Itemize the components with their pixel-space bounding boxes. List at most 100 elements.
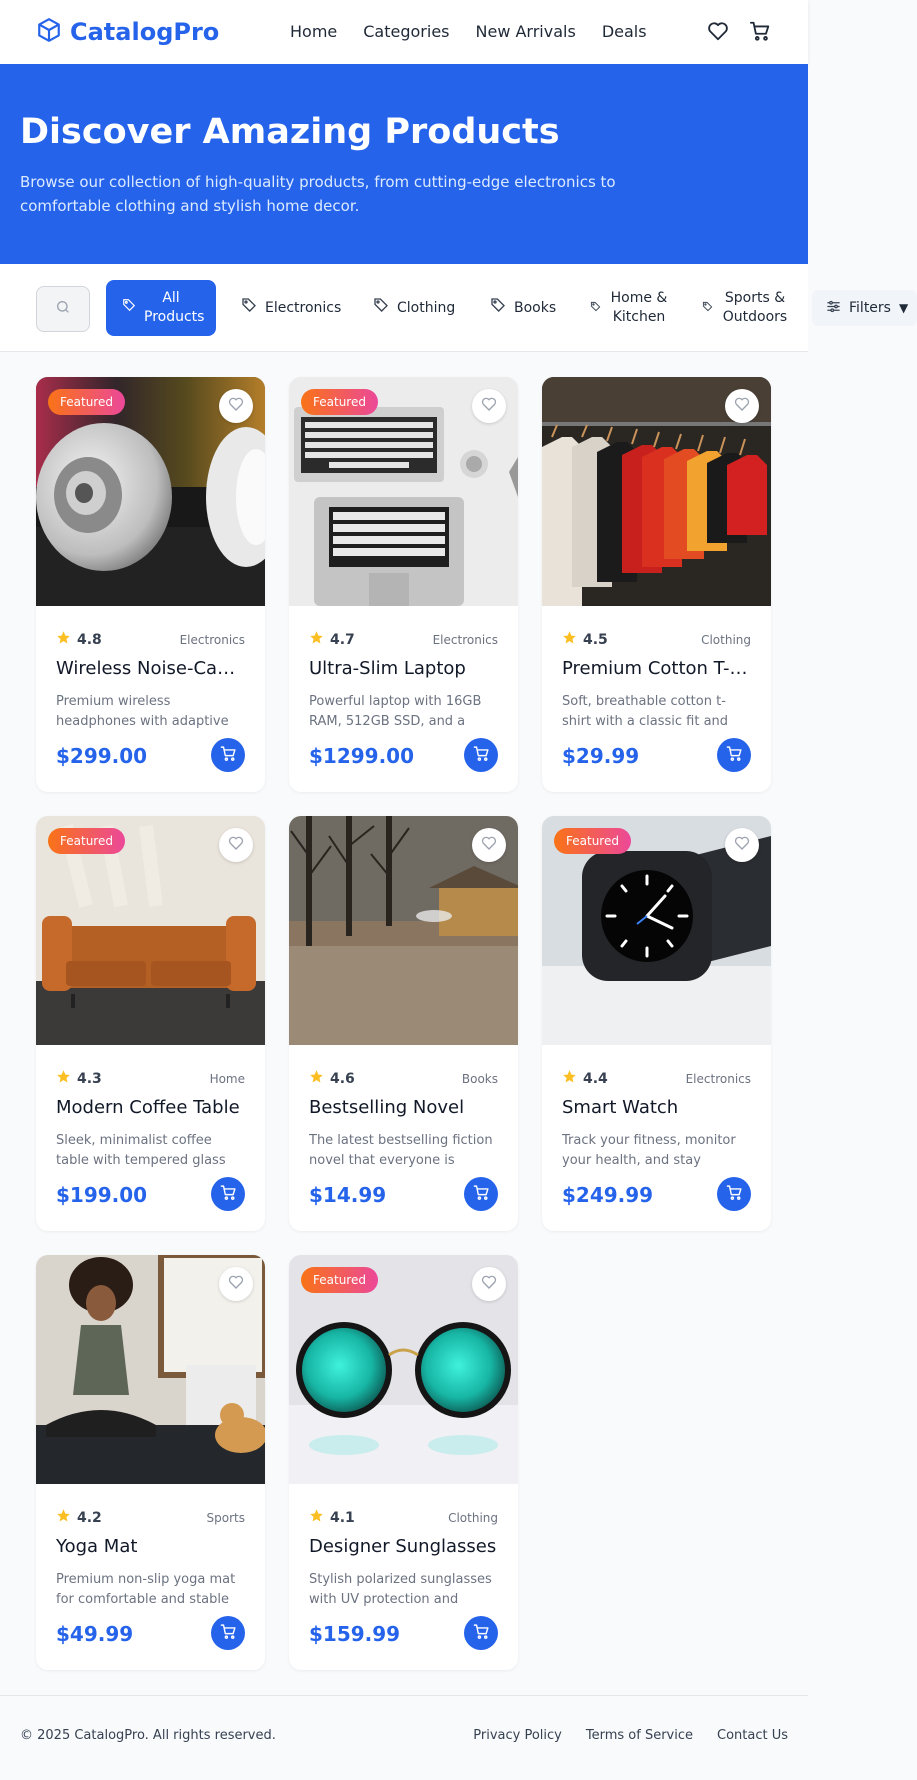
category-chip-home-kitchen[interactable]: Home & Kitchen [590,280,669,336]
product-category: Electronics [432,632,498,647]
product-rating: 4.5 [562,630,608,649]
product-category: Clothing [701,632,751,647]
rating-value: 4.6 [330,1070,355,1087]
cart-icon [726,1184,743,1205]
product-card[interactable]: Featured 4.1 Clothing Designer Sunglasse… [289,1255,518,1670]
product-price: $159.99 [309,1622,401,1646]
filters-button[interactable]: Filters ▼ [812,290,917,326]
add-to-cart-button[interactable] [464,738,498,772]
add-to-cart-button[interactable] [717,738,751,772]
product-card[interactable]: 4.5 Clothing Premium Cotton T-Shirt Soft… [542,377,771,792]
category-chip-label: Clothing [397,299,456,316]
category-chip-label: All Products [144,290,205,325]
product-name[interactable]: Designer Sunglasses [309,1536,498,1557]
wishlist-heart-icon[interactable] [707,20,729,46]
cart-icon [473,745,490,766]
favorite-button[interactable] [219,828,253,862]
product-rating: 4.8 [56,630,102,649]
product-rating: 4.4 [562,1069,608,1088]
footer-link-terms[interactable]: Terms of Service [586,1728,693,1743]
cart-icon [220,1623,237,1644]
star-icon [56,1508,71,1527]
product-name[interactable]: Bestselling Novel [309,1097,498,1118]
product-rating: 4.7 [309,630,355,649]
product-category: Home [209,1071,245,1086]
product-name[interactable]: Premium Cotton T-Shirt [562,658,751,679]
product-rating: 4.3 [56,1069,102,1088]
product-name[interactable]: Yoga Mat [56,1536,245,1557]
product-card[interactable]: Featured 4.3 Home Modern Coffee Table Sl… [36,816,265,1231]
product-description: Powerful laptop with 16GB RAM, 512GB SSD… [309,694,482,729]
product-card[interactable]: Featured 4.4 Electronics Smart Watch Tra… [542,816,771,1231]
nav-new-arrivals[interactable]: New Arrivals [476,22,576,41]
footer-link-contact[interactable]: Contact Us [717,1728,788,1743]
star-icon [56,1069,71,1088]
tag-icon [373,297,389,319]
star-icon [309,630,324,649]
hero-banner: Discover Amazing Products Browse our col… [0,64,808,264]
rating-value: 4.1 [330,1509,355,1526]
logo[interactable]: CatalogPro [36,17,219,47]
rating-value: 4.8 [77,631,102,648]
add-to-cart-button[interactable] [211,738,245,772]
site-footer: © 2025 CatalogPro. All rights reserved. … [0,1695,808,1780]
favorite-button[interactable] [219,389,253,423]
category-chip-books[interactable]: Books [490,280,556,336]
category-chip-all[interactable]: All Products [106,280,216,336]
favorite-button[interactable] [219,1267,253,1301]
category-chip-label: Books [514,299,557,316]
cart-icon[interactable] [749,20,771,46]
product-rating: 4.1 [309,1508,355,1527]
product-name[interactable]: Wireless Noise-Cancelling Headphones [56,658,245,679]
star-icon [562,1069,577,1088]
product-card[interactable]: Featured 4.8 Electronics Wireless Noise-… [36,377,265,792]
category-chip-sports-outdoors[interactable]: Sports & Outdoors [702,280,789,336]
product-card[interactable]: 4.6 Books Bestselling Novel The latest b… [289,816,518,1231]
product-name[interactable]: Modern Coffee Table [56,1097,245,1118]
add-to-cart-button[interactable] [211,1616,245,1650]
product-rating: 4.6 [309,1069,355,1088]
nav-home[interactable]: Home [290,22,337,41]
product-name[interactable]: Smart Watch [562,1097,751,1118]
rating-value: 4.7 [330,631,355,648]
site-header: CatalogPro Home Categories New Arrivals … [0,0,808,64]
featured-badge: Featured [48,828,125,854]
product-card[interactable]: Featured 4.7 Electronics Ultra-Slim Lapt… [289,377,518,792]
category-chip-clothing[interactable]: Clothing [373,280,455,336]
product-name[interactable]: Ultra-Slim Laptop [309,658,498,679]
tag-icon [490,297,506,319]
product-price: $29.99 [562,744,640,768]
favorite-button[interactable] [725,389,759,423]
favorite-button[interactable] [472,1267,506,1301]
hero-subtitle: Browse our collection of high-quality pr… [20,173,616,215]
product-category: Clothing [448,1510,498,1525]
category-filter-bar: All Products Electronics Clothing Books … [0,264,808,352]
product-category: Electronics [685,1071,751,1086]
heart-icon [734,835,750,855]
rating-value: 4.2 [77,1509,102,1526]
category-chip-label: Home & Kitchen [610,290,668,325]
hero-title: Discover Amazing Products [20,112,560,152]
add-to-cart-button[interactable] [464,1177,498,1211]
product-description: Stylish polarized sunglasses with UV pro… [309,1572,492,1607]
nav-categories[interactable]: Categories [363,22,449,41]
featured-badge: Featured [554,828,631,854]
footer-link-privacy[interactable]: Privacy Policy [473,1728,562,1743]
nav-deals[interactable]: Deals [602,22,647,41]
favorite-button[interactable] [472,828,506,862]
add-to-cart-button[interactable] [464,1616,498,1650]
favorite-button[interactable] [472,389,506,423]
product-price: $49.99 [56,1622,134,1646]
favorite-button[interactable] [725,828,759,862]
product-category: Electronics [179,632,245,647]
rating-value: 4.5 [583,631,608,648]
product-category: Sports [206,1510,245,1525]
search-button[interactable] [36,286,90,332]
category-chip-electronics[interactable]: Electronics [241,280,341,336]
product-price: $199.00 [56,1183,148,1207]
search-icon [55,299,71,319]
product-card[interactable]: 4.2 Sports Yoga Mat Premium non-slip yog… [36,1255,265,1670]
add-to-cart-button[interactable] [211,1177,245,1211]
product-price: $249.99 [562,1183,654,1207]
add-to-cart-button[interactable] [717,1177,751,1211]
